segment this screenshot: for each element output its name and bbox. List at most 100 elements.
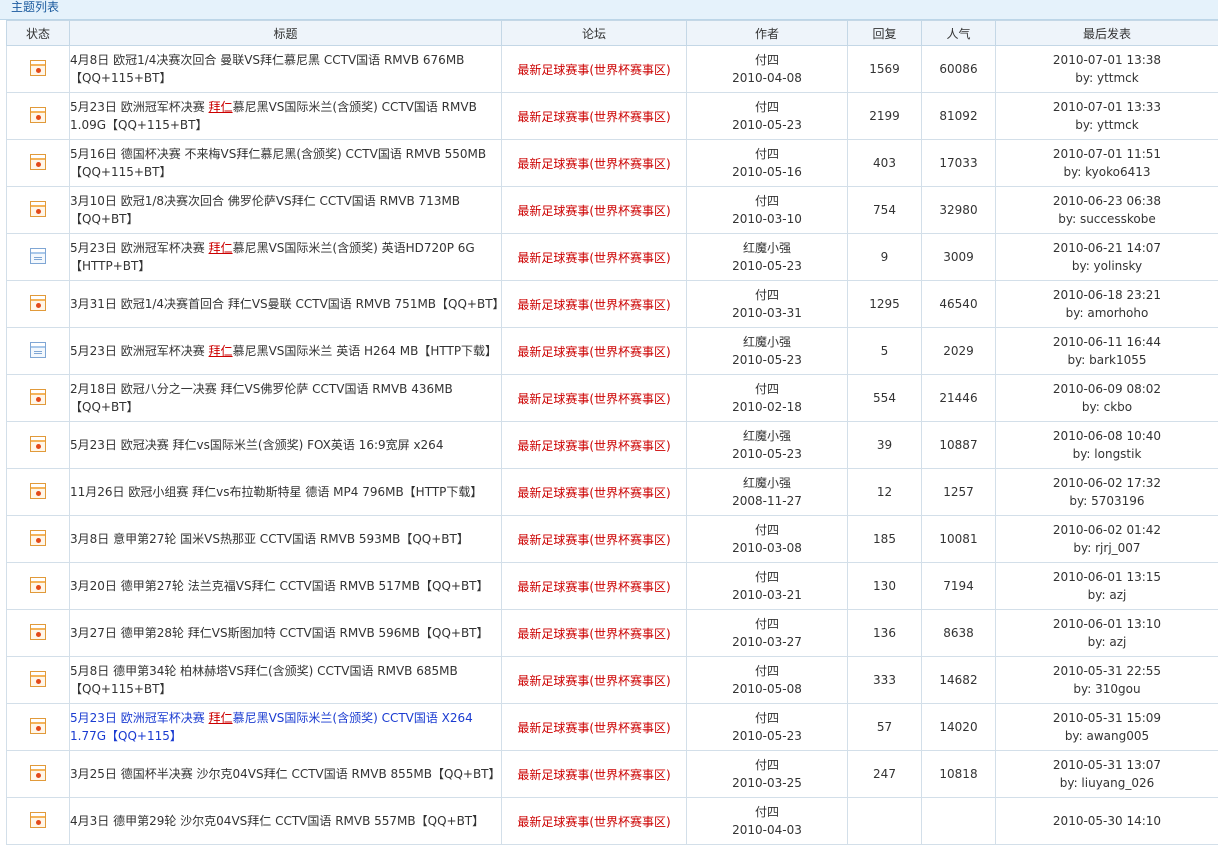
author-name[interactable]: 付四	[687, 51, 847, 69]
thread-title-link[interactable]: 5月16日 德国杯决赛 不来梅VS拜仁慕尼黑(含颁奖) CCTV国语 RMVB …	[70, 147, 486, 179]
last-post-time[interactable]: 2010-06-01 13:10	[996, 615, 1218, 633]
forum-link[interactable]: 最新足球赛事(世界杯赛事区)	[517, 298, 670, 312]
forum-link[interactable]: 最新足球赛事(世界杯赛事区)	[517, 392, 670, 406]
forum-link[interactable]: 最新足球赛事(世界杯赛事区)	[517, 157, 670, 171]
forum-link[interactable]: 最新足球赛事(世界杯赛事区)	[517, 627, 670, 641]
forum-link[interactable]: 最新足球赛事(世界杯赛事区)	[517, 768, 670, 782]
last-post-time[interactable]: 2010-05-31 13:07	[996, 756, 1218, 774]
views-count: 14682	[922, 657, 996, 704]
last-post-time[interactable]: 2010-07-01 11:51	[996, 145, 1218, 163]
author-name[interactable]: 付四	[687, 145, 847, 163]
forum-link[interactable]: 最新足球赛事(世界杯赛事区)	[517, 674, 670, 688]
author-name[interactable]: 红魔小强	[687, 474, 847, 492]
author-name[interactable]: 付四	[687, 521, 847, 539]
thread-title-link[interactable]: 11月26日 欧冠小组赛 拜仁vs布拉勒斯特星 德语 MP4 796MB【HTT…	[70, 485, 482, 499]
last-post-time[interactable]: 2010-06-08 10:40	[996, 427, 1218, 445]
last-post-time[interactable]: 2010-06-18 23:21	[996, 286, 1218, 304]
col-views: 人气	[922, 21, 996, 46]
thread-title-link[interactable]: 5月23日 欧洲冠军杯决赛 拜仁慕尼黑VS国际米兰(含颁奖) CCTV国语 RM…	[70, 100, 477, 132]
forum-link[interactable]: 最新足球赛事(世界杯赛事区)	[517, 110, 670, 124]
last-post-time[interactable]: 2010-06-23 06:38	[996, 192, 1218, 210]
author-name[interactable]: 红魔小强	[687, 427, 847, 445]
thread-title-link[interactable]: 4月8日 欧冠1/4决赛次回合 曼联VS拜仁慕尼黑 CCTV国语 RMVB 67…	[70, 53, 464, 85]
last-post-time[interactable]: 2010-06-02 17:32	[996, 474, 1218, 492]
last-post-user[interactable]: by: 310gou	[996, 680, 1218, 698]
forum-link[interactable]: 最新足球赛事(世界杯赛事区)	[517, 721, 670, 735]
last-post-user[interactable]: by: amorhoho	[996, 304, 1218, 322]
topic-icon	[30, 248, 46, 264]
author-name[interactable]: 付四	[687, 286, 847, 304]
author-cell: 付四2010-03-27	[687, 610, 848, 657]
thread-table: 状态 标题 论坛 作者 回复 人气 最后发表 4月8日 欧冠1/4决赛次回合 曼…	[6, 20, 1218, 845]
last-post-user[interactable]: by: bark1055	[996, 351, 1218, 369]
author-name[interactable]: 付四	[687, 756, 847, 774]
forum-link[interactable]: 最新足球赛事(世界杯赛事区)	[517, 63, 670, 77]
forum-link[interactable]: 最新足球赛事(世界杯赛事区)	[517, 815, 670, 829]
last-post-time[interactable]: 2010-05-31 15:09	[996, 709, 1218, 727]
last-post-time[interactable]: 2010-07-01 13:38	[996, 51, 1218, 69]
forum-cell: 最新足球赛事(世界杯赛事区)	[502, 140, 687, 187]
hot-topic-icon	[30, 154, 46, 170]
replies-count: 39	[848, 422, 922, 469]
last-post-time[interactable]: 2010-07-01 13:33	[996, 98, 1218, 116]
author-name[interactable]: 付四	[687, 662, 847, 680]
last-post-user[interactable]: by: awang005	[996, 727, 1218, 745]
last-post-time[interactable]: 2010-05-30 14:10	[996, 812, 1218, 830]
last-post-user[interactable]: by: yttmck	[996, 69, 1218, 87]
table-row: 4月3日 德甲第29轮 沙尔克04VS拜仁 CCTV国语 RMVB 557MB【…	[7, 798, 1218, 845]
forum-link[interactable]: 最新足球赛事(世界杯赛事区)	[517, 204, 670, 218]
author-name[interactable]: 付四	[687, 380, 847, 398]
author-name[interactable]: 付四	[687, 98, 847, 116]
forum-cell: 最新足球赛事(世界杯赛事区)	[502, 281, 687, 328]
last-post-user[interactable]: by: liuyang_026	[996, 774, 1218, 792]
last-post-user[interactable]: by: ckbo	[996, 398, 1218, 416]
author-name[interactable]: 付四	[687, 803, 847, 821]
last-post-user[interactable]: by: yolinsky	[996, 257, 1218, 275]
replies-count: 247	[848, 751, 922, 798]
author-name[interactable]: 付四	[687, 192, 847, 210]
thread-title-link[interactable]: 4月3日 德甲第29轮 沙尔克04VS拜仁 CCTV国语 RMVB 557MB【…	[70, 814, 484, 828]
forum-link[interactable]: 最新足球赛事(世界杯赛事区)	[517, 580, 670, 594]
views-count: 2029	[922, 328, 996, 375]
last-post-time[interactable]: 2010-06-02 01:42	[996, 521, 1218, 539]
last-post-user[interactable]: by: 5703196	[996, 492, 1218, 510]
thread-title-link[interactable]: 3月10日 欧冠1/8决赛次回合 佛罗伦萨VS拜仁 CCTV国语 RMVB 71…	[70, 194, 460, 226]
author-name[interactable]: 付四	[687, 568, 847, 586]
last-post-time[interactable]: 2010-06-11 16:44	[996, 333, 1218, 351]
last-post-user[interactable]: by: rjrj_007	[996, 539, 1218, 557]
forum-link[interactable]: 最新足球赛事(世界杯赛事区)	[517, 486, 670, 500]
thread-title-link[interactable]: 3月8日 意甲第27轮 国米VS热那亚 CCTV国语 RMVB 593MB【QQ…	[70, 532, 469, 546]
last-post-time[interactable]: 2010-06-09 08:02	[996, 380, 1218, 398]
last-post-user[interactable]: by: yttmck	[996, 116, 1218, 134]
last-post-cell: 2010-06-01 13:15by: azj	[996, 563, 1218, 610]
thread-title-link[interactable]: 2月18日 欧冠八分之一决赛 拜仁VS佛罗伦萨 CCTV国语 RMVB 436M…	[70, 382, 453, 414]
last-post-user[interactable]: by: azj	[996, 586, 1218, 604]
hot-topic-icon	[30, 436, 46, 452]
last-post-user[interactable]: by: kyoko6413	[996, 163, 1218, 181]
replies-count: 754	[848, 187, 922, 234]
forum-link[interactable]: 最新足球赛事(世界杯赛事区)	[517, 345, 670, 359]
author-name[interactable]: 付四	[687, 615, 847, 633]
thread-title-link[interactable]: 5月23日 欧洲冠军杯决赛 拜仁慕尼黑VS国际米兰(含颁奖) 英语HD720P …	[70, 241, 475, 273]
thread-title-link[interactable]: 3月20日 德甲第27轮 法兰克福VS拜仁 CCTV国语 RMVB 517MB【…	[70, 579, 489, 593]
author-name[interactable]: 红魔小强	[687, 239, 847, 257]
thread-title-link[interactable]: 3月25日 德国杯半决赛 沙尔克04VS拜仁 CCTV国语 RMVB 855MB…	[70, 767, 501, 781]
forum-link[interactable]: 最新足球赛事(世界杯赛事区)	[517, 533, 670, 547]
thread-title-link[interactable]: 5月23日 欧洲冠军杯决赛 拜仁慕尼黑VS国际米兰 英语 H264 MB【HTT…	[70, 344, 497, 358]
last-post-time[interactable]: 2010-05-31 22:55	[996, 662, 1218, 680]
thread-title-link[interactable]: 3月27日 德甲第28轮 拜仁VS斯图加特 CCTV国语 RMVB 596MB【…	[70, 626, 489, 640]
last-post-time[interactable]: 2010-06-01 13:15	[996, 568, 1218, 586]
thread-title-link[interactable]: 5月23日 欧冠决赛 拜仁vs国际米兰(含颁奖) FOX英语 16:9宽屏 x2…	[70, 438, 443, 452]
last-post-user[interactable]: by: successkobe	[996, 210, 1218, 228]
post-date: 2010-05-23	[687, 116, 847, 134]
thread-title-link[interactable]: 5月8日 德甲第34轮 柏林赫塔VS拜仁(含颁奖) CCTV国语 RMVB 68…	[70, 664, 458, 696]
last-post-time[interactable]: 2010-06-21 14:07	[996, 239, 1218, 257]
thread-title-link[interactable]: 5月23日 欧洲冠军杯决赛 拜仁慕尼黑VS国际米兰(含颁奖) CCTV国语 X2…	[70, 711, 473, 743]
thread-title-link[interactable]: 3月31日 欧冠1/4决赛首回合 拜仁VS曼联 CCTV国语 RMVB 751M…	[70, 297, 505, 311]
forum-link[interactable]: 最新足球赛事(世界杯赛事区)	[517, 439, 670, 453]
author-name[interactable]: 付四	[687, 709, 847, 727]
last-post-user[interactable]: by: azj	[996, 633, 1218, 651]
last-post-user[interactable]: by: longstik	[996, 445, 1218, 463]
author-name[interactable]: 红魔小强	[687, 333, 847, 351]
forum-link[interactable]: 最新足球赛事(世界杯赛事区)	[517, 251, 670, 265]
